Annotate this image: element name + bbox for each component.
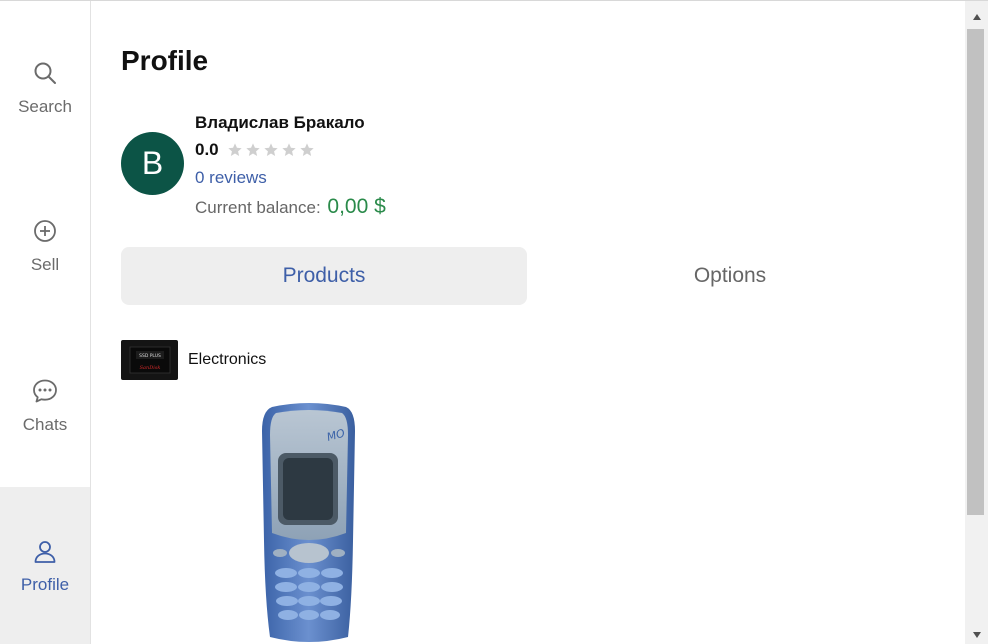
star-icon: [227, 143, 242, 156]
thumb-caption-top: SSD PLUS: [139, 353, 161, 359]
balance-label: Current balance:: [195, 198, 321, 217]
sidebar-item-profile[interactable]: Profile: [0, 487, 90, 644]
tab-products[interactable]: Products: [121, 247, 527, 305]
star-icon: [245, 143, 260, 156]
rating-value: 0.0: [195, 140, 219, 159]
thumb-caption-bottom: SanDisk: [139, 365, 160, 371]
sidebar-item-search[interactable]: Search: [0, 1, 90, 171]
scroll-up-arrow-icon[interactable]: [965, 7, 988, 27]
sidebar-item-label: Chats: [22, 415, 68, 434]
sidebar-item-label: Search: [18, 97, 72, 116]
page-title: Profile: [121, 45, 209, 76]
chat-bubble-icon: [31, 377, 59, 405]
tab-options[interactable]: Options: [527, 247, 933, 305]
user-info: Владислав Бракало 0.0 0 reviews Current …: [195, 111, 386, 222]
scrollbar-thumb[interactable]: [967, 29, 984, 515]
sidebar-item-label: Profile: [20, 575, 70, 594]
vertical-scrollbar[interactable]: [965, 1, 988, 644]
avatar-letter: B: [141, 145, 164, 181]
sidebar-item-label: Sell: [30, 255, 60, 274]
search-icon: [31, 59, 59, 87]
balance-row: Current balance: 0,00 $: [195, 192, 386, 222]
user-icon: [31, 537, 59, 565]
user-name: Владислав Бракало: [195, 113, 365, 132]
balance-value: 0,00 $: [327, 195, 386, 218]
plus-circle-icon: [31, 217, 59, 245]
rating-row: 0.0: [195, 136, 386, 164]
star-icon: [281, 143, 296, 156]
scroll-down-arrow-icon[interactable]: [965, 625, 988, 644]
reviews-link[interactable]: 0 reviews: [195, 164, 386, 192]
sidebar: Search Sell Chats Profile: [0, 1, 91, 644]
category-label: Electronics: [188, 351, 267, 368]
app-window: Search Sell Chats Profile Profile B Влад…: [0, 0, 988, 644]
star-icon: [299, 143, 314, 156]
rating-stars: [227, 142, 315, 158]
product-image[interactable]: MO: [258, 401, 360, 644]
main-content: Profile B Владислав Бракало 0.0 0 review…: [92, 1, 965, 644]
sidebar-item-sell[interactable]: Sell: [0, 167, 90, 325]
sidebar-item-chats[interactable]: Chats: [0, 327, 90, 485]
category-header[interactable]: SSD PLUS SanDisk Electronics: [121, 340, 266, 380]
star-icon: [263, 143, 278, 156]
profile-tabs: Products Options: [121, 247, 934, 305]
category-thumbnail: SSD PLUS SanDisk: [121, 340, 178, 380]
avatar: B: [121, 132, 184, 195]
